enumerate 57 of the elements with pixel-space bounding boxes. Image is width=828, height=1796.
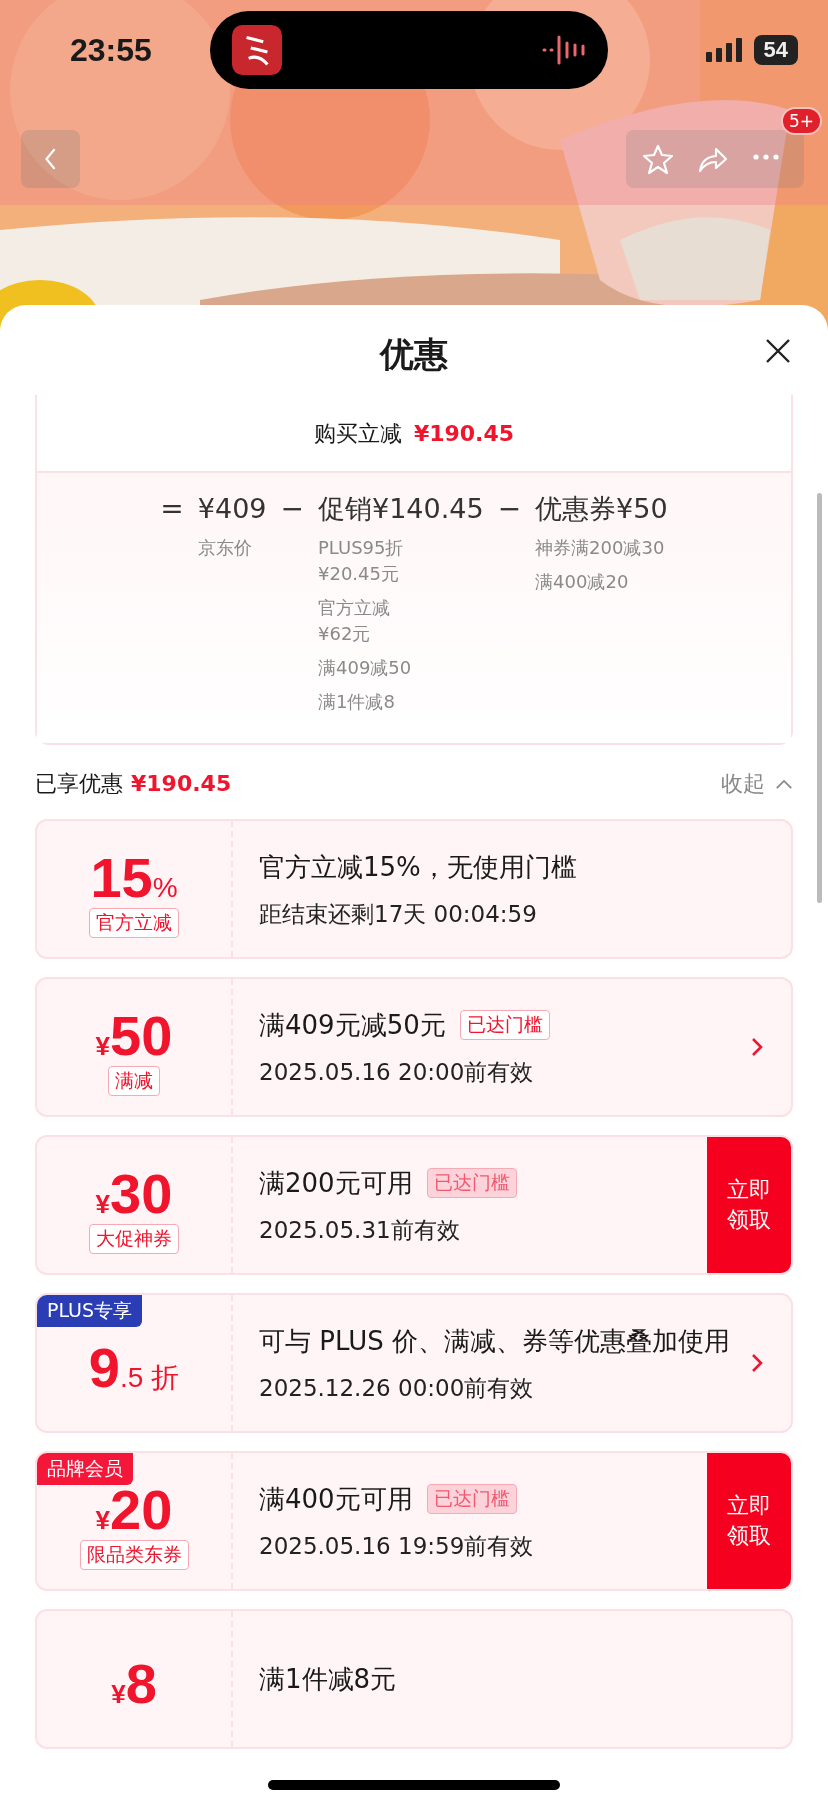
minus-sign: − (497, 491, 522, 527)
status-time: 23:55 (70, 31, 153, 69)
coupon-validity: 2025.12.26 00:00前有效 (259, 1373, 535, 1403)
collapse-toggle[interactable]: 收起 (721, 769, 793, 799)
term-amount: 促销¥140.45 (318, 492, 484, 526)
term-note: 京东价 (197, 536, 253, 560)
chevron-icon[interactable] (775, 778, 793, 790)
term-note: 满1件减8 (318, 690, 396, 714)
coupon-title: 满200元可用 (259, 1166, 413, 1200)
term-note: 神券满200减30 (535, 536, 666, 560)
close-icon[interactable] (764, 337, 792, 365)
coupon-value: 15% (90, 850, 178, 906)
coupon-title: 满400元可用 (259, 1482, 413, 1516)
chevron-right-icon[interactable] (751, 1353, 763, 1373)
threshold-badge: 已达门槛 (459, 1009, 550, 1040)
equals-sign: = (160, 491, 184, 527)
coupon-type-label: 官方立减 (89, 908, 179, 938)
coupon-title: 满1件减8元 (259, 1663, 397, 1696)
coupon-tag: PLUS专享 (37, 1295, 143, 1327)
enjoyed-label: 已享优惠 (35, 770, 123, 798)
claim-button[interactable]: 立即领取 (707, 1453, 791, 1589)
term-note: 官方立减 ¥62元 (318, 596, 391, 646)
coupon-validity: 2025.05.16 19:59前有效 (259, 1531, 535, 1561)
term-note: 满409减50 (318, 656, 413, 680)
threshold-badge: 已达门槛 (426, 1483, 517, 1514)
battery-level: 54 (753, 35, 798, 65)
coupon-type-label: 满减 (108, 1066, 160, 1096)
coupon-value: ¥20 (95, 1482, 173, 1538)
term-note: 满400减20 (535, 570, 630, 594)
coupon-value: ¥30 (95, 1166, 173, 1222)
summary-label: 购买立减 (313, 420, 402, 448)
coupon-tag: 品牌会员 (37, 1453, 133, 1485)
coupon-validity: 2025.05.16 20:00前有效 (259, 1057, 535, 1087)
coupon-validity: 2025.05.31前有效 (259, 1215, 461, 1245)
threshold-badge: 已达门槛 (426, 1167, 517, 1198)
term-amount: ¥409 (197, 492, 267, 526)
coupon-value: ¥50 (95, 1008, 173, 1064)
term-amount: 优惠券¥50 (535, 492, 668, 526)
coupon-title: 官方立减15%，无使用门槛 (259, 850, 577, 884)
claim-button[interactable]: 立即领取 (707, 1137, 791, 1273)
coupon-value: ¥8 (111, 1656, 157, 1712)
app-icon (232, 25, 282, 75)
audio-wave-icon (542, 35, 586, 65)
coupon-type-label: 限品类东券 (79, 1540, 189, 1570)
coupon-value: 9.5 折 (88, 1339, 180, 1397)
star-icon[interactable] (642, 143, 674, 175)
coupon-type-label: 大促神券 (89, 1224, 179, 1254)
minus-sign: − (280, 491, 304, 527)
sheet-title: 优惠 (380, 333, 448, 376)
coupon-validity: 距结束还剩17天 00:04:59 (259, 899, 538, 929)
coupon-title: 可与 PLUS 价、满减、券等优惠叠加使用 (259, 1324, 730, 1358)
signal-icon (705, 38, 744, 62)
coupon-title: 满409元减50元 (259, 1008, 446, 1042)
enjoyed-amount: ¥190.45 (131, 771, 232, 796)
term-note: PLUS95折 ¥20.45元 (318, 536, 405, 586)
summary-amount: ¥190.45 (413, 421, 515, 446)
chevron-right-icon[interactable] (751, 1037, 763, 1057)
